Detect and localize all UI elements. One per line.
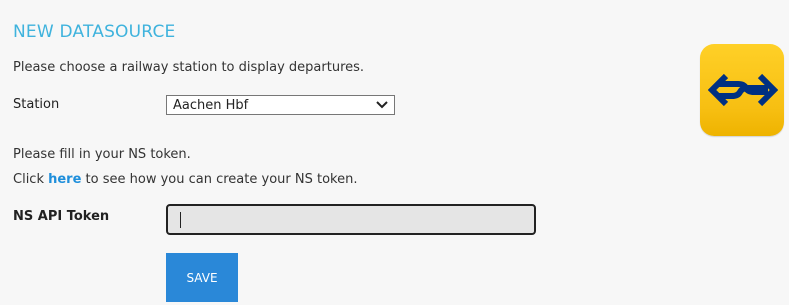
station-label: Station <box>13 97 60 112</box>
token-instructions: Please fill in your NS token. <box>13 147 191 162</box>
chevron-down-icon <box>376 101 388 109</box>
station-select[interactable]: Aachen Hbf <box>166 95 395 115</box>
ns-logo-icon <box>700 44 784 136</box>
token-input[interactable] <box>166 204 536 235</box>
page-title: NEW DATASOURCE <box>13 22 176 42</box>
token-label: NS API Token <box>13 209 110 224</box>
text-caret <box>180 212 181 228</box>
token-help-prefix: Click <box>13 172 49 187</box>
intro-text: Please choose a railway station to displ… <box>13 60 365 75</box>
token-help-link[interactable]: here <box>48 172 81 187</box>
station-select-value: Aachen Hbf <box>173 98 249 113</box>
save-button[interactable]: SAVE <box>166 253 238 302</box>
token-help-text: Click here to see how you can create you… <box>13 172 357 187</box>
ns-logo-mark <box>708 73 778 107</box>
token-help-suffix: to see how you can create your NS token. <box>81 172 358 187</box>
